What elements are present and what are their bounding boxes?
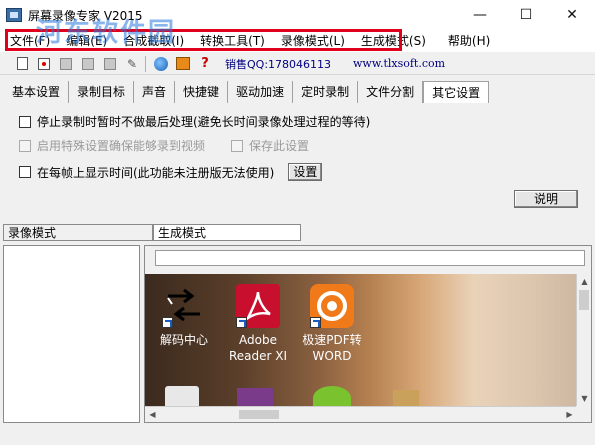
desktop-icon-partial bbox=[165, 386, 199, 406]
tab-other-settings[interactable]: 其它设置 bbox=[423, 81, 490, 103]
other-settings-panel: 停止录制时暂时不做最后处理(避免长时间录像处理过程的等待) 启用特殊设置确保能够… bbox=[3, 103, 589, 217]
option-save-settings: 保存此设置 bbox=[231, 137, 309, 154]
maximize-button[interactable]: ☐ bbox=[503, 0, 549, 30]
desktop-icon-label: 解码中心 bbox=[159, 333, 208, 347]
new-file-button[interactable] bbox=[12, 55, 32, 73]
decoder-icon bbox=[162, 284, 206, 328]
menu-help[interactable]: 帮助(H) bbox=[440, 30, 498, 52]
tab-file-split[interactable]: 文件分割 bbox=[358, 81, 424, 103]
globe-icon bbox=[154, 56, 168, 71]
special-settings-label: 启用特殊设置确保能够录到视频 bbox=[37, 139, 206, 153]
stop-icon bbox=[82, 57, 94, 70]
option-show-time[interactable]: 在每帧上显示时间(此功能未注册版无法使用) 设置 bbox=[19, 163, 323, 181]
desktop-icon-partial bbox=[393, 390, 419, 406]
menu-generate-mode[interactable]: 生成模式(S) bbox=[353, 30, 434, 52]
tab-generate-mode[interactable]: 生成模式 bbox=[153, 224, 301, 241]
desktop-icon-partial bbox=[313, 386, 351, 406]
scroll-up-button[interactable]: ▲ bbox=[577, 274, 591, 289]
preview-pane: 解码中心 Adobe Reader XI 极速PDF转 WORD ▲ ▼ ◀ ▶ bbox=[144, 245, 592, 423]
vertical-scrollbar[interactable]: ▲ ▼ bbox=[576, 274, 591, 406]
desktop-icon-pdf-to-word: 极速PDF转 WORD bbox=[297, 284, 367, 364]
pdf-converter-icon bbox=[310, 284, 354, 328]
vertical-scroll-thumb[interactable] bbox=[579, 290, 589, 310]
close-button[interactable]: ✕ bbox=[549, 0, 595, 30]
tab-sound[interactable]: 声音 bbox=[134, 81, 176, 103]
special-settings-checkbox bbox=[19, 139, 31, 152]
scrollbar-corner bbox=[576, 406, 591, 422]
desktop-icon-label: Reader XI bbox=[228, 349, 288, 363]
window-controls: — ☐ ✕ bbox=[457, 0, 595, 30]
timeline-bar[interactable] bbox=[155, 250, 585, 266]
web-button[interactable] bbox=[151, 55, 171, 73]
file-list-pane[interactable] bbox=[3, 245, 140, 423]
preview-frame: 解码中心 Adobe Reader XI 极速PDF转 WORD bbox=[145, 274, 577, 406]
scroll-left-button[interactable]: ◀ bbox=[145, 407, 160, 422]
shortcut-arrow-icon bbox=[310, 317, 321, 328]
adobe-reader-icon bbox=[236, 284, 280, 328]
desktop-icon-label: Adobe bbox=[239, 333, 277, 347]
app-icon bbox=[6, 8, 22, 22]
desktop-icon-label: 极速PDF转 bbox=[302, 333, 362, 347]
tab-hotkeys[interactable]: 快捷键 bbox=[175, 81, 229, 103]
tools-button[interactable]: ✎ bbox=[122, 55, 142, 73]
pause-icon bbox=[60, 57, 72, 70]
shortcut-arrow-icon bbox=[236, 317, 247, 328]
desktop-icon-partial bbox=[237, 388, 273, 406]
help-button[interactable]: ? bbox=[195, 55, 215, 73]
page-icon bbox=[16, 57, 28, 70]
no-final-processing-checkbox[interactable] bbox=[19, 115, 31, 128]
menu-bar: 文件(F) 编辑(E) 合成截取(I) 转换工具(T) 录像模式(L) 生成模式… bbox=[0, 30, 595, 52]
save-settings-label: 保存此设置 bbox=[249, 139, 310, 153]
menu-edit[interactable]: 编辑(E) bbox=[58, 30, 115, 52]
stop-button[interactable] bbox=[78, 55, 98, 73]
title-bar: 屏幕录像专家 V2015 — ☐ ✕ bbox=[0, 0, 595, 30]
desktop-icon-decoder: 解码中心 bbox=[149, 284, 219, 348]
scroll-down-button[interactable]: ▼ bbox=[577, 391, 591, 406]
shortcut-arrow-icon bbox=[162, 317, 173, 328]
record-button[interactable] bbox=[34, 55, 54, 73]
show-time-checkbox[interactable] bbox=[19, 166, 31, 178]
horizontal-scroll-thumb[interactable] bbox=[239, 410, 279, 419]
option-special-settings: 启用特殊设置确保能够录到视频 bbox=[19, 137, 205, 154]
desktop-icon-adobe-reader: Adobe Reader XI bbox=[223, 284, 293, 364]
menu-record-mode[interactable]: 录像模式(L) bbox=[273, 30, 353, 52]
tab-record-target[interactable]: 录制目标 bbox=[69, 81, 135, 103]
menu-convert-tools[interactable]: 转换工具(T) bbox=[192, 30, 273, 52]
pause-button[interactable] bbox=[56, 55, 76, 73]
minimize-button[interactable]: — bbox=[457, 0, 503, 30]
window-title: 屏幕录像专家 V2015 bbox=[28, 8, 143, 23]
scroll-right-button[interactable]: ▶ bbox=[562, 407, 577, 422]
menu-compose-capture[interactable]: 合成截取(I) bbox=[115, 30, 192, 52]
tab-scheduled-record[interactable]: 定时录制 bbox=[293, 81, 359, 103]
gift-icon bbox=[176, 57, 190, 70]
play-button[interactable] bbox=[100, 55, 120, 73]
time-settings-button[interactable]: 设置 bbox=[288, 163, 323, 181]
help-icon: ? bbox=[201, 56, 209, 71]
no-final-processing-label: 停止录制时暂时不做最后处理(避免长时间录像处理过程的等待) bbox=[37, 115, 371, 129]
option-no-final-processing[interactable]: 停止录制时暂时不做最后处理(避免长时间录像处理过程的等待) bbox=[19, 113, 370, 130]
tab-driver-acceleration[interactable]: 驱动加速 bbox=[228, 81, 294, 103]
play-icon bbox=[104, 57, 116, 70]
register-button[interactable] bbox=[173, 55, 193, 73]
record-icon bbox=[38, 57, 50, 70]
explain-button[interactable]: 说明 bbox=[514, 190, 578, 208]
tab-record-mode[interactable]: 录像模式 bbox=[3, 224, 153, 241]
show-time-label: 在每帧上显示时间(此功能未注册版无法使用) bbox=[37, 165, 275, 180]
website-link[interactable]: www.tlxsoft.com bbox=[353, 57, 445, 70]
toolbar-separator bbox=[145, 55, 146, 72]
settings-tabs: 基本设置 录制目标 声音 快捷键 驱动加速 定时录制 文件分割 其它设置 bbox=[0, 81, 595, 103]
wrench-icon: ✎ bbox=[126, 56, 138, 71]
save-settings-checkbox bbox=[231, 139, 243, 152]
horizontal-scrollbar[interactable]: ◀ ▶ bbox=[145, 406, 577, 422]
tab-basic-settings[interactable]: 基本设置 bbox=[4, 81, 70, 103]
desktop-icon-label: WORD bbox=[312, 349, 352, 363]
sales-qq: 销售QQ:178046113 bbox=[225, 57, 332, 71]
menu-file[interactable]: 文件(F) bbox=[0, 30, 58, 52]
toolbar: ✎ ? 销售QQ:178046113 www.tlxsoft.com bbox=[0, 53, 595, 75]
